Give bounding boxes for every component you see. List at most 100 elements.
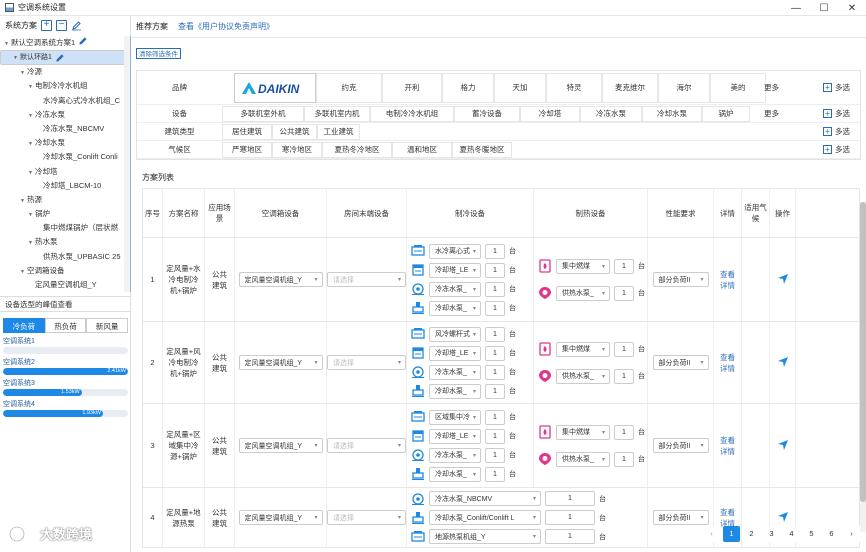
- peak-tab[interactable]: 冷负荷: [3, 318, 45, 333]
- equipment-select[interactable]: 冷冻水泵_ ▾: [429, 364, 481, 380]
- locate-icon[interactable]: [777, 356, 789, 370]
- tree-node[interactable]: 冷却水泵_Conlift Conli: [0, 150, 128, 164]
- tree-caret-icon[interactable]: ▼: [28, 166, 35, 179]
- ahu-select[interactable]: 定风量空调机组_Y ▾: [238, 510, 323, 525]
- equipment-select[interactable]: 集中燃煤 ▾: [556, 341, 610, 357]
- equipment-select[interactable]: 风冷螺杆式 ▾: [429, 326, 481, 342]
- prev-page-button[interactable]: ‹: [703, 526, 720, 542]
- tree-node[interactable]: 水冷离心式冷水机组_C: [0, 94, 128, 108]
- tree-scrollbar[interactable]: [124, 36, 130, 292]
- filter-option[interactable]: 约克: [316, 72, 382, 103]
- equipment-select[interactable]: 冷却塔_LE ▾: [429, 345, 481, 361]
- filter-option[interactable]: 居住建筑: [222, 123, 272, 140]
- filter-multi-select[interactable]: + 多选: [823, 108, 850, 119]
- filter-option[interactable]: 工业建筑: [317, 123, 360, 140]
- disclaimer-link[interactable]: 查看《用户协议免责声明》: [178, 21, 274, 32]
- filter-option[interactable]: 蓄冷设备: [454, 105, 520, 122]
- add-icon[interactable]: +: [823, 83, 832, 92]
- add-icon[interactable]: +: [823, 127, 832, 136]
- scheme-tree[interactable]: ▼ 默认空调系统方案1 ▼ 默认环路1 ▼ 冷源 ▼ 电制冷冷水机组 水冷离心式冷水机组_C ▼ 冷…: [0, 36, 131, 292]
- equipment-select[interactable]: 供热水泵_ ▾: [556, 451, 610, 467]
- equipment-select[interactable]: 冷却塔_LE ▾: [429, 262, 481, 278]
- tree-node[interactable]: 定风量空调机组_Y: [0, 278, 128, 292]
- performance-select[interactable]: 部分负荷II ▾: [652, 355, 709, 370]
- equipment-select[interactable]: 冷冻水泵_ ▾: [429, 447, 481, 463]
- maximize-button[interactable]: ☐: [810, 0, 838, 16]
- tree-node[interactable]: 冷却塔_LBCM-10: [0, 179, 128, 193]
- quantity-input[interactable]: 1: [485, 243, 505, 259]
- tree-node[interactable]: ▼ 冷源: [0, 65, 128, 79]
- filter-option[interactable]: 冷却水泵: [642, 105, 702, 122]
- filter-option[interactable]: 天加: [494, 72, 546, 103]
- page-button[interactable]: 2: [743, 526, 760, 542]
- tree-caret-icon[interactable]: ▼: [28, 109, 35, 122]
- tree-caret-icon[interactable]: ▼: [4, 37, 11, 50]
- equipment-select[interactable]: 冷却水泵_Conlift/Conlift L ▾: [429, 510, 541, 525]
- tree-node[interactable]: 集中燃煤锅炉（层状燃: [0, 221, 128, 235]
- filter-option[interactable]: 冷冻水泵: [580, 105, 642, 122]
- view-detail-link[interactable]: 查看详情: [714, 352, 741, 374]
- page-button[interactable]: 4: [783, 526, 800, 542]
- remove-scheme-button[interactable]: −: [56, 19, 67, 31]
- quantity-input[interactable]: 1: [485, 364, 505, 380]
- locate-icon[interactable]: [777, 439, 789, 453]
- tree-caret-icon[interactable]: ▼: [28, 236, 35, 249]
- filter-option[interactable]: 冷却塔: [520, 105, 580, 122]
- tree-caret-icon[interactable]: ▼: [28, 137, 35, 150]
- equipment-select[interactable]: 冷却水泵_ ▾: [429, 300, 481, 316]
- tree-caret-icon[interactable]: ▼: [13, 51, 20, 64]
- tree-node[interactable]: ▼ 电制冷冷水机组: [0, 79, 128, 93]
- tree-caret-icon[interactable]: ▼: [20, 194, 27, 207]
- quantity-input[interactable]: 1: [485, 383, 505, 399]
- tree-caret-icon[interactable]: ▼: [28, 208, 35, 221]
- page-button[interactable]: 1: [723, 526, 740, 542]
- page-button[interactable]: 5: [803, 526, 820, 542]
- filter-option[interactable]: 多联机室内机: [304, 105, 370, 122]
- peak-tab[interactable]: 新风量: [86, 318, 129, 333]
- equipment-select[interactable]: 水冷离心式 ▾: [429, 243, 481, 259]
- filter-option[interactable]: 美的: [710, 72, 766, 103]
- quantity-input[interactable]: 1: [485, 447, 505, 463]
- tree-node[interactable]: ▼ 空调箱设备: [0, 264, 128, 278]
- filter-more-button[interactable]: 更多: [764, 82, 779, 93]
- clear-filter-button[interactable]: 清除筛选条件: [136, 48, 181, 59]
- performance-select[interactable]: 部分负荷II ▾: [652, 510, 709, 525]
- filter-option[interactable]: 特灵: [546, 72, 602, 103]
- view-detail-link[interactable]: 查看详情: [714, 269, 741, 291]
- terminal-select[interactable]: 请选择 ▾: [327, 355, 406, 370]
- quantity-input[interactable]: 1: [545, 510, 595, 525]
- tree-node[interactable]: ▼ 锅炉: [0, 207, 128, 221]
- filter-multi-select[interactable]: + 多选: [823, 126, 850, 137]
- locate-icon[interactable]: [777, 511, 789, 525]
- filter-multi-select[interactable]: + 多选: [823, 144, 850, 155]
- add-scheme-button[interactable]: +: [41, 19, 52, 31]
- equipment-select[interactable]: 供热水泵_ ▾: [556, 368, 610, 384]
- quantity-input[interactable]: 1: [614, 424, 634, 440]
- quantity-input[interactable]: 1: [485, 262, 505, 278]
- ahu-select[interactable]: 定风量空调机组_Y ▾: [238, 272, 323, 287]
- table-scrollbar[interactable]: [860, 202, 866, 532]
- filter-option[interactable]: 麦克维尔: [602, 72, 658, 103]
- quantity-input[interactable]: 1: [545, 529, 595, 544]
- tree-node[interactable]: ▼ 冷冻水泵: [0, 108, 128, 122]
- ahu-select[interactable]: 定风量空调机组_Y ▾: [238, 355, 323, 370]
- terminal-select[interactable]: 请选择 ▾: [327, 510, 406, 525]
- next-page-button[interactable]: ›: [843, 526, 860, 542]
- quantity-input[interactable]: 1: [614, 368, 634, 384]
- quantity-input[interactable]: 1: [614, 451, 634, 467]
- edit-icon[interactable]: [55, 53, 65, 63]
- quantity-input[interactable]: 1: [614, 341, 634, 357]
- equipment-select[interactable]: 冷却水泵_ ▾: [429, 383, 481, 399]
- equipment-select[interactable]: 集中燃煤 ▾: [556, 424, 610, 440]
- close-button[interactable]: ✕: [838, 0, 866, 16]
- equipment-select[interactable]: 供热水泵_ ▾: [556, 285, 610, 301]
- minimize-button[interactable]: —: [782, 0, 810, 16]
- performance-select[interactable]: 部分负荷II ▾: [652, 438, 709, 453]
- filter-option[interactable]: 开利: [382, 72, 442, 103]
- filter-option[interactable]: 严寒地区: [222, 141, 272, 158]
- quantity-input[interactable]: 1: [485, 281, 505, 297]
- tree-node[interactable]: ▼ 热源: [0, 193, 128, 207]
- terminal-select[interactable]: 请选择 ▾: [327, 438, 406, 453]
- quantity-input[interactable]: 1: [545, 491, 595, 506]
- peak-tab[interactable]: 热负荷: [44, 318, 87, 333]
